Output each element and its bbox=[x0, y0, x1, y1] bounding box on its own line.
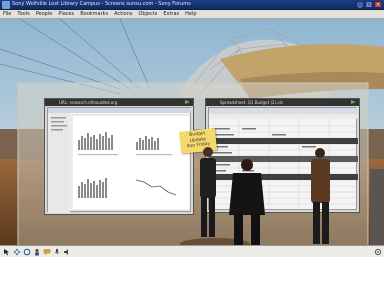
menu-extras[interactable]: Extras bbox=[163, 10, 179, 19]
rotate-tool-icon[interactable] bbox=[23, 248, 31, 256]
app-icon bbox=[2, 1, 10, 9]
title-bar[interactable]: Sony Wolfville Lost Library Campus - Scr… bbox=[0, 0, 384, 10]
menu-bookmarks[interactable]: Bookmarks bbox=[80, 10, 108, 19]
menu-actions[interactable]: Actions bbox=[114, 10, 132, 19]
avatar-3[interactable] bbox=[311, 148, 330, 244]
speaker-icon[interactable] bbox=[63, 248, 71, 256]
pointer-tool-icon[interactable] bbox=[3, 248, 11, 256]
menu-places[interactable]: Places bbox=[58, 10, 74, 19]
menu-tools[interactable]: Tools bbox=[17, 10, 29, 19]
move-tool-icon[interactable] bbox=[13, 248, 21, 256]
close-button[interactable]: × bbox=[374, 1, 382, 8]
menu-objects[interactable]: Objects bbox=[138, 10, 157, 19]
avatar-2[interactable] bbox=[229, 159, 265, 245]
app-window: Sony Wolfville Lost Library Campus - Scr… bbox=[0, 0, 384, 286]
person-icon[interactable] bbox=[33, 248, 41, 256]
menu-people[interactable]: People bbox=[36, 10, 53, 19]
toolbar-strip bbox=[0, 245, 384, 257]
menu-help[interactable]: Help bbox=[185, 10, 196, 19]
maximize-button[interactable]: □ bbox=[365, 1, 373, 8]
avatar-1[interactable] bbox=[200, 147, 216, 237]
microphone-icon[interactable] bbox=[53, 248, 61, 256]
settings-icon[interactable] bbox=[374, 248, 382, 256]
virtual-world-viewport[interactable]: URL: research.afmoulded.org Spreadsheet:… bbox=[0, 19, 384, 245]
avatars-layer bbox=[200, 147, 330, 245]
text-chat-icon[interactable] bbox=[43, 248, 51, 256]
window-title: Sony Wolfville Lost Library Campus - Scr… bbox=[12, 1, 191, 7]
bottom-toolbar bbox=[0, 245, 384, 286]
menu-file[interactable]: File bbox=[3, 10, 11, 19]
minimize-button[interactable]: _ bbox=[356, 1, 364, 8]
menu-bar: File Tools People Places Bookmarks Actio… bbox=[0, 10, 384, 19]
